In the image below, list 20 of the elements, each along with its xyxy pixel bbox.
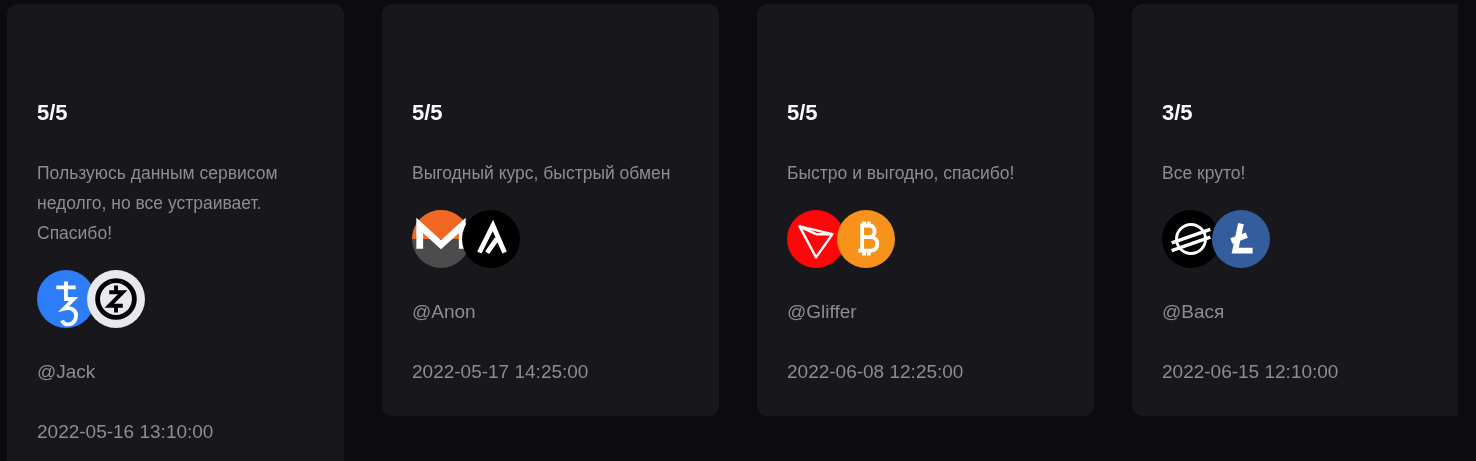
username: @Вася bbox=[1162, 300, 1225, 324]
rating: 3/5 bbox=[1162, 99, 1193, 127]
coin-icon bbox=[462, 210, 520, 268]
username: @Anon bbox=[412, 300, 476, 324]
coin-icon bbox=[1212, 210, 1270, 268]
review-text: Все круто! bbox=[1162, 162, 1247, 185]
username: @Gliffer bbox=[787, 300, 857, 324]
review-text: Быстро и выгодно, спасибо! bbox=[787, 162, 1016, 185]
rating: 5/5 bbox=[412, 99, 443, 127]
review-text: Пользуюсь данным сервисом недолго, но все устраивает. Спасибо! bbox=[37, 162, 279, 245]
review-date: 2022-06-15 12:10:00 bbox=[1162, 360, 1339, 384]
review-date: 2022-05-17 14:25:00 bbox=[412, 360, 589, 384]
review-text: Выгодный курс, быстрый обмен bbox=[412, 162, 672, 185]
review-date: 2022-05-16 13:10:00 bbox=[37, 420, 214, 444]
rating: 5/5 bbox=[37, 99, 68, 127]
review-date: 2022-06-08 12:25:00 bbox=[787, 360, 964, 384]
username: @Jack bbox=[37, 360, 96, 384]
coin-icon bbox=[837, 210, 895, 268]
rating: 5/5 bbox=[787, 99, 818, 127]
coin-icon bbox=[87, 270, 145, 328]
